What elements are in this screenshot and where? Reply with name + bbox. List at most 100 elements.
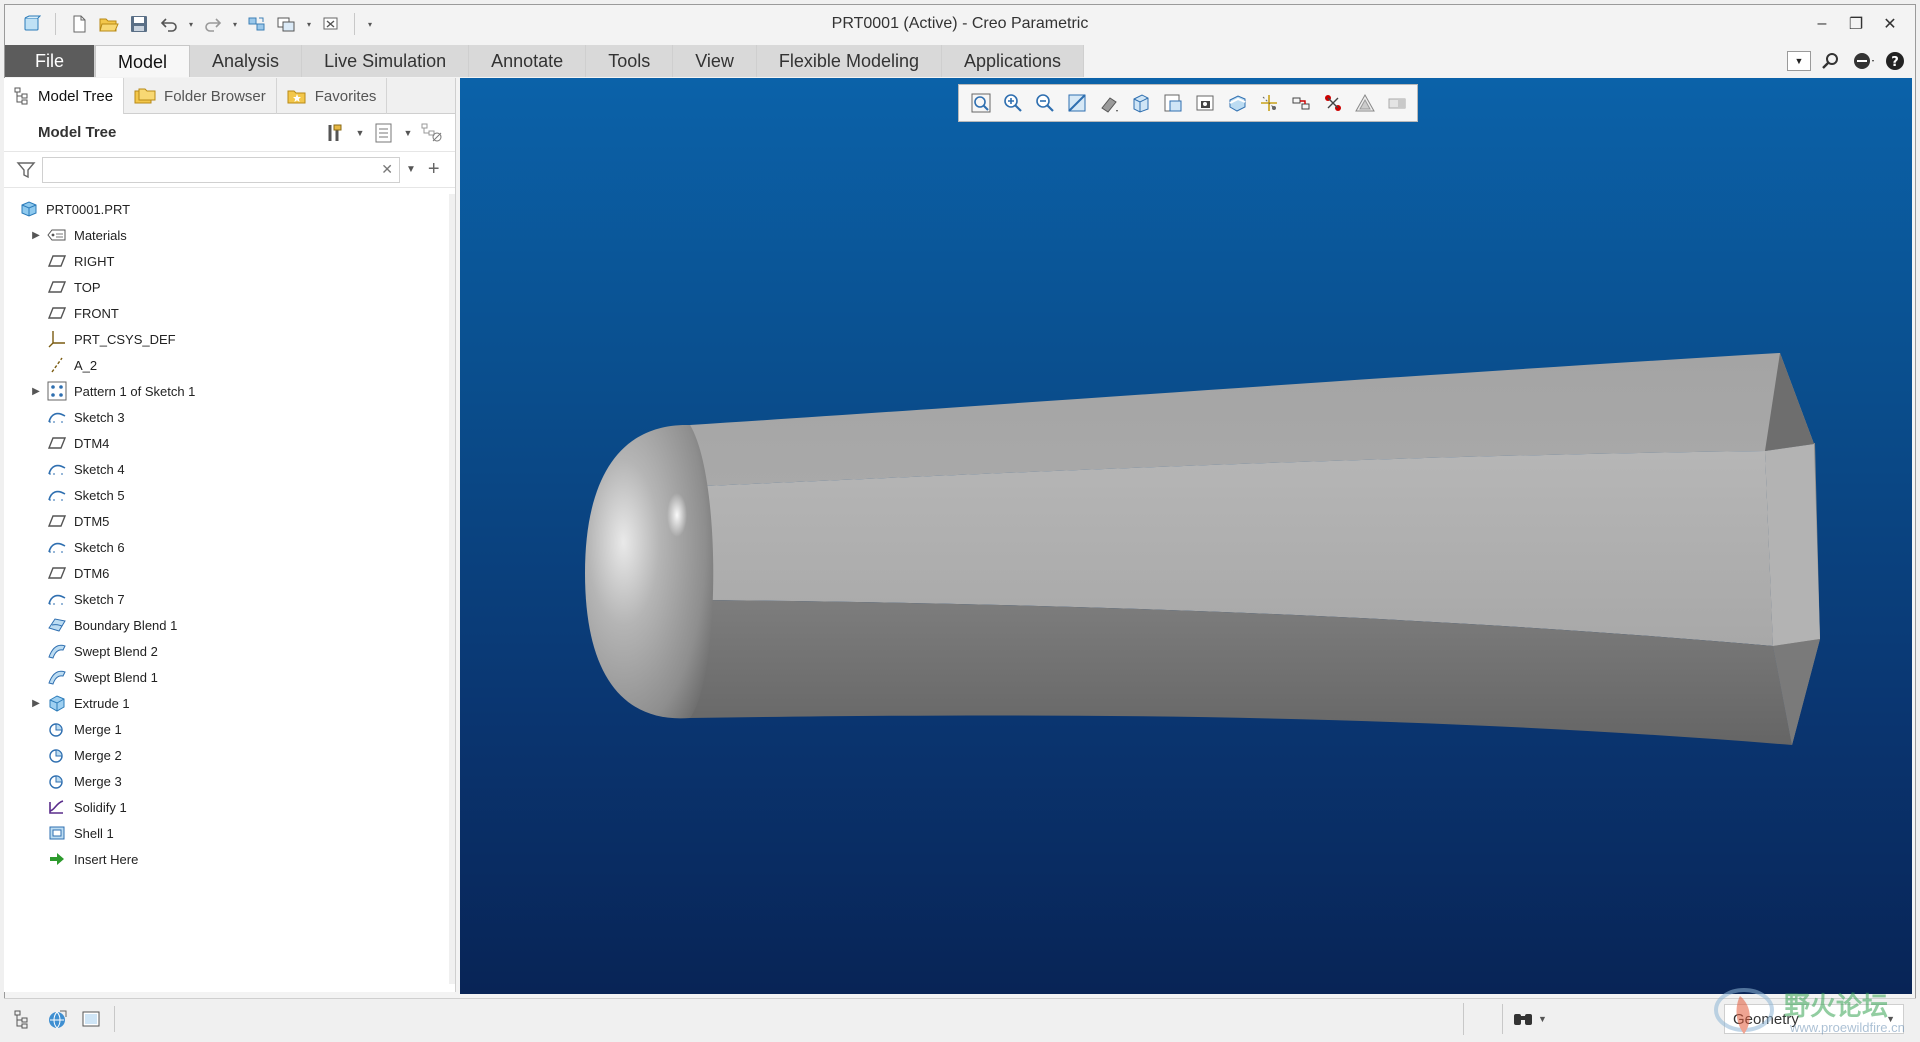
tree-item[interactable]: FRONT xyxy=(4,300,450,326)
show-dropdown-icon[interactable]: ▼ xyxy=(403,128,413,138)
tree-item[interactable]: TOP xyxy=(4,274,450,300)
show-browser-icon[interactable] xyxy=(42,1004,72,1034)
model-3d[interactable] xyxy=(460,78,1912,994)
tree-item[interactable]: RIGHT xyxy=(4,248,450,274)
sketch-icon xyxy=(46,458,68,480)
minimize-ribbon-icon[interactable]: ▼ xyxy=(1787,51,1811,71)
add-icon[interactable]: + xyxy=(428,158,440,181)
windows-icon[interactable] xyxy=(274,11,300,37)
tab-model[interactable]: Model xyxy=(95,45,191,77)
tree-item[interactable]: ▶ Materials xyxy=(4,222,450,248)
tree-item[interactable]: PRT0001.PRT xyxy=(4,196,450,222)
selection-filter[interactable]: Geometry ▼ xyxy=(1724,1004,1904,1034)
help-icon[interactable]: ? xyxy=(1883,49,1907,73)
undo-icon[interactable] xyxy=(156,11,182,37)
zoom-in-icon[interactable] xyxy=(999,89,1027,117)
app-menu-icon[interactable] xyxy=(19,11,45,37)
tree-item[interactable]: Insert Here xyxy=(4,846,450,872)
tab-file[interactable]: File xyxy=(5,45,95,77)
perspective-icon[interactable] xyxy=(1191,89,1219,117)
open-icon[interactable] xyxy=(96,11,122,37)
tab-view[interactable]: View xyxy=(673,45,757,77)
close-window-icon[interactable] xyxy=(318,11,344,37)
tree-item[interactable]: PRT_CSYS_DEF xyxy=(4,326,450,352)
expand-arrow-icon[interactable]: ▶ xyxy=(26,690,46,716)
zoom-out-icon[interactable] xyxy=(1031,89,1059,117)
customize-icon[interactable]: ▾ xyxy=(365,11,375,37)
tree-item[interactable]: Boundary Blend 1 xyxy=(4,612,450,638)
tree-item-label: FRONT xyxy=(74,305,119,321)
tree-item[interactable]: Swept Blend 2 xyxy=(4,638,450,664)
windows-dropdown-icon[interactable]: ▾ xyxy=(304,11,314,37)
tab-model-tree[interactable]: Model Tree xyxy=(4,78,125,114)
tab-favorites[interactable]: Favorites xyxy=(277,78,388,114)
tree-item[interactable]: Solidify 1 xyxy=(4,794,450,820)
tree-item[interactable]: DTM4 xyxy=(4,430,450,456)
tree-item[interactable]: Sketch 3 xyxy=(4,404,450,430)
tree-item[interactable]: Merge 1 xyxy=(4,716,450,742)
tree-item[interactable]: Merge 2 xyxy=(4,742,450,768)
tab-tools[interactable]: Tools xyxy=(586,45,674,77)
tree-item[interactable]: ▶ Extrude 1 xyxy=(4,690,450,716)
spin-center-icon[interactable] xyxy=(1319,89,1347,117)
tree-item[interactable]: Sketch 6 xyxy=(4,534,450,560)
tree-item[interactable]: Shell 1 xyxy=(4,820,450,846)
tree-item[interactable]: DTM6 xyxy=(4,560,450,586)
tab-annotate[interactable]: Annotate xyxy=(469,45,587,77)
view-manager-icon[interactable] xyxy=(1159,89,1187,117)
tab-applications[interactable]: Applications xyxy=(942,45,1085,77)
model-rounded-end[interactable] xyxy=(585,424,714,719)
section-icon[interactable] xyxy=(1223,89,1251,117)
minimize-icon[interactable]: – xyxy=(1805,5,1839,43)
tree-item[interactable]: Sketch 7 xyxy=(4,586,450,612)
tab-live-simulation[interactable]: Live Simulation xyxy=(302,45,470,77)
tree-item[interactable]: Sketch 5 xyxy=(4,482,450,508)
expand-arrow-icon[interactable]: ▶ xyxy=(26,222,46,248)
redo-icon[interactable] xyxy=(200,11,226,37)
tab-folder-browser[interactable]: Folder Browser xyxy=(124,78,277,114)
expand-arrow-icon[interactable]: ▶ xyxy=(26,378,46,404)
settings-icon[interactable] xyxy=(323,120,349,146)
filter-tree-icon[interactable] xyxy=(419,120,445,146)
graphics-viewport[interactable] xyxy=(460,78,1912,994)
refit-icon[interactable] xyxy=(967,89,995,117)
chevron-down-icon: ▼ xyxy=(1886,1014,1895,1024)
tab-analysis[interactable]: Analysis xyxy=(190,45,303,77)
appearance-icon[interactable] xyxy=(1351,89,1379,117)
find-button[interactable]: ▼ xyxy=(1502,1004,1556,1034)
close-icon[interactable]: ✕ xyxy=(1873,5,1907,43)
tree-scrollbar[interactable] xyxy=(449,194,455,984)
full-screen-icon[interactable] xyxy=(76,1004,106,1034)
show-navigator-icon[interactable] xyxy=(8,1004,38,1034)
tree-item[interactable]: Merge 3 xyxy=(4,768,450,794)
search-dropdown-icon[interactable]: ▼ xyxy=(406,164,416,175)
tree-search-input[interactable]: ✕ xyxy=(42,156,400,183)
new-icon[interactable] xyxy=(66,11,92,37)
saved-orientations-icon[interactable] xyxy=(1127,89,1155,117)
repaint-icon[interactable] xyxy=(1063,89,1091,117)
find-dropdown-icon[interactable]: ▼ xyxy=(1538,1014,1547,1024)
hidden-icon[interactable] xyxy=(1383,89,1411,117)
tree-item[interactable]: Sketch 4 xyxy=(4,456,450,482)
redo-dropdown-icon[interactable]: ▾ xyxy=(230,11,240,37)
tree-item[interactable]: DTM5 xyxy=(4,508,450,534)
regenerate-icon[interactable] xyxy=(244,11,270,37)
tree-item[interactable]: A_2 xyxy=(4,352,450,378)
filter-icon[interactable] xyxy=(16,160,36,180)
settings-dropdown-icon[interactable]: ▼ xyxy=(355,128,365,138)
undo-dropdown-icon[interactable]: ▾ xyxy=(186,11,196,37)
display-style-icon[interactable] xyxy=(1095,89,1123,117)
tree-item[interactable]: Swept Blend 1 xyxy=(4,664,450,690)
annotation-display-icon[interactable] xyxy=(1287,89,1315,117)
show-icon[interactable] xyxy=(371,120,397,146)
maximize-icon[interactable]: ❐ xyxy=(1839,5,1873,43)
tab-flexible-modeling[interactable]: Flexible Modeling xyxy=(757,45,942,77)
clear-search-icon[interactable]: ✕ xyxy=(381,161,393,178)
datum-display-icon[interactable] xyxy=(1255,89,1283,117)
tree-item[interactable]: ▶ Pattern 1 of Sketch 1 xyxy=(4,378,450,404)
search-icon[interactable] xyxy=(1819,49,1843,73)
community-icon[interactable] xyxy=(1851,49,1875,73)
save-icon[interactable] xyxy=(126,11,152,37)
